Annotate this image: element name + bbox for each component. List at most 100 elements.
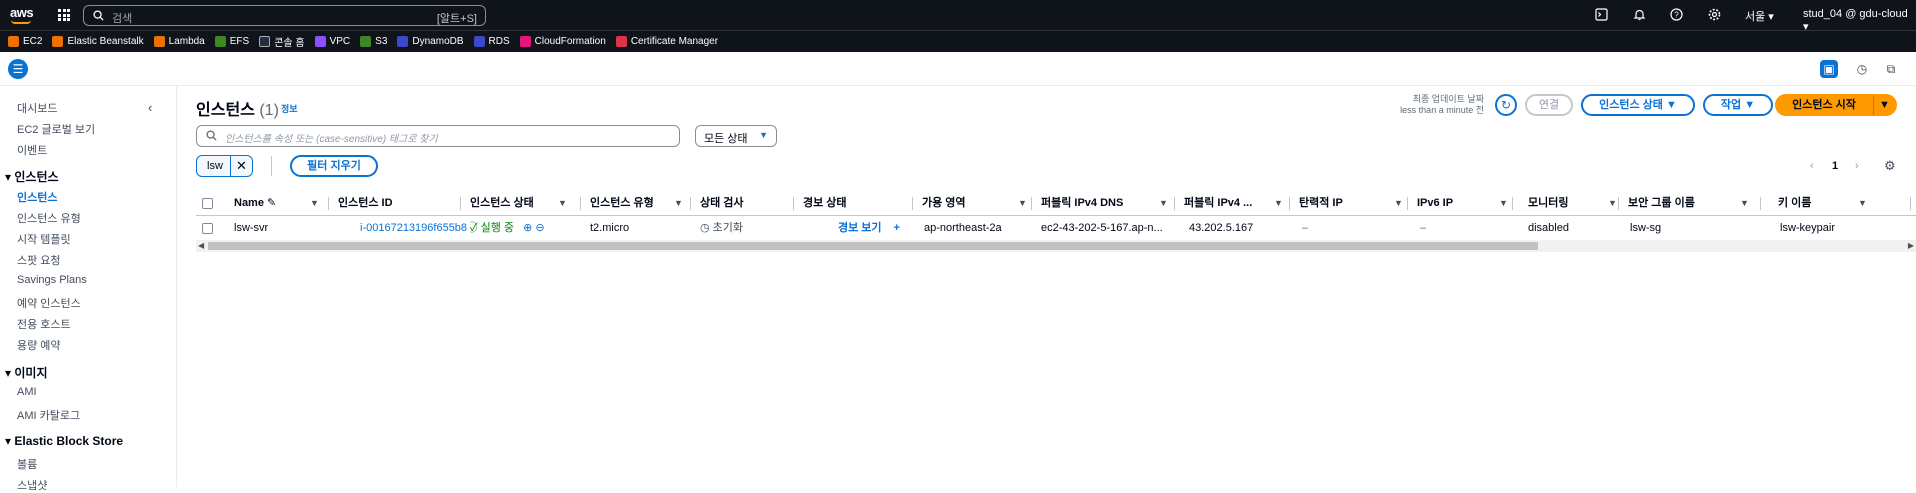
column-header-monitoring[interactable]: 모니터링 ▼ bbox=[1528, 191, 1617, 215]
sidebar-item-capacity-reservations[interactable]: 용량 예약 bbox=[17, 337, 61, 353]
sidebar-item-volumes[interactable]: 볼륨 bbox=[17, 456, 37, 472]
settings-gear-icon[interactable] bbox=[1707, 8, 1721, 22]
zoom-out-icon[interactable]: ⊖ bbox=[535, 222, 544, 234]
column-header-instance-state[interactable]: 인스턴스 상태 ▼ bbox=[470, 191, 567, 215]
column-header-elastic-ip[interactable]: 탄력적 IP ▼ bbox=[1299, 191, 1403, 215]
column-header-public-dns[interactable]: 퍼블릭 IPv4 DNS ▼ bbox=[1041, 191, 1168, 215]
instance-filter-input[interactable]: 인스턴스를 속성 또는 (case-sensitive) 태그로 찾기 bbox=[196, 125, 680, 147]
scroll-right-arrow-icon[interactable]: ▶ bbox=[1908, 240, 1914, 252]
tutorial-icon[interactable]: ◷ bbox=[1853, 60, 1871, 78]
sidebar-item-ami-catalog[interactable]: AMI 카탈로그 bbox=[17, 407, 80, 423]
feedback-icon[interactable]: ⧉ bbox=[1882, 60, 1900, 78]
column-header-ipv6[interactable]: IPv6 IP ▼ bbox=[1417, 191, 1508, 215]
column-header-security-group[interactable]: 보안 그룹 이름 ▼ bbox=[1628, 191, 1749, 215]
column-resizer[interactable] bbox=[328, 197, 329, 210]
help-icon[interactable]: ? bbox=[1669, 8, 1683, 22]
launch-instances-dropdown[interactable]: ▼ bbox=[1873, 94, 1897, 116]
column-header-key-name[interactable]: 키 이름 ▼ bbox=[1778, 191, 1867, 215]
column-resizer[interactable] bbox=[690, 197, 691, 210]
sidebar-item-ec2-global-view[interactable]: EC2 글로벌 보기 bbox=[17, 121, 95, 137]
sidebar-item-launch-templates[interactable]: 시작 템플릿 bbox=[17, 231, 71, 247]
favorite-efs[interactable]: EFS bbox=[214, 36, 249, 47]
cloudformation-service-icon bbox=[519, 36, 531, 47]
sidebar-item-spot-requests[interactable]: 스팟 요청 bbox=[17, 252, 61, 268]
favorite-vpc[interactable]: VPC bbox=[314, 36, 350, 47]
column-resizer[interactable] bbox=[793, 197, 794, 210]
state-filter-select[interactable]: 모든 상태 ▼ bbox=[695, 125, 777, 147]
favorite-elastic-beanstalk[interactable]: Elastic Beanstalk bbox=[52, 36, 144, 47]
column-resizer[interactable] bbox=[460, 197, 461, 210]
close-sidebar-chevron-icon[interactable]: ‹ bbox=[148, 100, 152, 115]
row-select-checkbox[interactable] bbox=[202, 223, 213, 234]
column-header-name[interactable]: Name ✎ ▼ bbox=[234, 191, 319, 215]
aws-logo[interactable]: aws bbox=[10, 5, 34, 20]
sidebar-item-reserved-instances[interactable]: 예약 인스턴스 bbox=[17, 295, 81, 311]
column-resizer[interactable] bbox=[1174, 197, 1175, 210]
column-resizer[interactable] bbox=[1618, 197, 1619, 210]
favorite-cloudformation[interactable]: CloudFormation bbox=[519, 36, 606, 47]
next-page-chevron-icon[interactable]: › bbox=[1855, 160, 1859, 172]
sidebar-item-dashboard[interactable]: 대시보드 bbox=[17, 100, 57, 116]
column-header-alarm-status[interactable]: 경보 상태 bbox=[803, 191, 847, 215]
refresh-button[interactable]: ↻ bbox=[1495, 94, 1517, 116]
clear-filters-button[interactable]: 필터 지우기 bbox=[290, 155, 378, 177]
cell-view-alarms-link[interactable]: 경보 보기 + bbox=[838, 215, 900, 242]
connect-button[interactable]: 연결 bbox=[1525, 94, 1573, 116]
favorite-rds[interactable]: RDS bbox=[473, 36, 510, 47]
column-resizer[interactable] bbox=[1407, 197, 1408, 210]
favorite-console-home[interactable]: 콘솔 홈 bbox=[259, 34, 305, 49]
column-resizer[interactable] bbox=[1512, 197, 1513, 210]
notifications-bell-icon[interactable] bbox=[1632, 8, 1646, 22]
sidebar-item-savings-plans[interactable]: Savings Plans bbox=[17, 274, 87, 286]
table-preferences-gear-icon[interactable]: ⚙ bbox=[1884, 158, 1896, 174]
column-resizer[interactable] bbox=[1289, 197, 1290, 210]
previous-page-chevron-icon[interactable]: ‹ bbox=[1810, 160, 1814, 172]
sidebar-section-images[interactable]: ▾ 이미지 bbox=[5, 364, 47, 381]
column-resizer[interactable] bbox=[912, 197, 913, 210]
services-grid-icon[interactable] bbox=[58, 9, 70, 21]
column-header-instance-type[interactable]: 인스턴스 유형 ▼ bbox=[590, 191, 683, 215]
cell-instance-id-link[interactable]: i-00167213196f655b8 bbox=[360, 215, 467, 242]
favorite-dynamodb[interactable]: DynamoDB bbox=[397, 36, 464, 47]
column-resizer[interactable] bbox=[580, 197, 581, 210]
cell-availability-zone: ap-northeast-2a bbox=[924, 222, 1002, 234]
column-header-status-check[interactable]: 상태 검사 bbox=[700, 191, 744, 215]
column-header-public-ipv4[interactable]: 퍼블릭 IPv4 ... ▼ bbox=[1184, 191, 1283, 215]
scroll-left-arrow-icon[interactable]: ◀ bbox=[198, 240, 204, 252]
sidebar-section-instances[interactable]: ▾ 인스턴스 bbox=[5, 168, 59, 185]
column-resizer[interactable] bbox=[1760, 197, 1761, 210]
column-resizer[interactable] bbox=[1910, 197, 1911, 210]
scrollbar-thumb[interactable] bbox=[208, 242, 1538, 250]
sidebar-item-dedicated-hosts[interactable]: 전용 호스트 bbox=[17, 316, 71, 332]
search-input[interactable]: 검색 [알트+S] bbox=[83, 5, 486, 26]
column-header-instance-id[interactable]: 인스턴스 ID bbox=[338, 191, 393, 215]
panel-layout-icon[interactable]: ▣ bbox=[1820, 60, 1838, 78]
select-all-checkbox[interactable] bbox=[202, 198, 213, 209]
favorite-s3[interactable]: S3 bbox=[360, 36, 387, 47]
actions-button[interactable]: 작업 ▼ bbox=[1703, 94, 1773, 116]
favorite-certificate-manager[interactable]: Certificate Manager bbox=[615, 36, 718, 47]
sidebar-section-ebs[interactable]: ▾ Elastic Block Store bbox=[5, 434, 123, 448]
column-resizer[interactable] bbox=[1031, 197, 1032, 210]
remove-token-close-icon[interactable]: ✕ bbox=[230, 156, 252, 176]
cell-name[interactable]: lsw-svr bbox=[234, 215, 268, 242]
region-selector[interactable]: 서울 ▾ bbox=[1745, 8, 1774, 24]
page-number[interactable]: 1 bbox=[1832, 160, 1838, 172]
sidebar-item-instances[interactable]: 인스턴스 bbox=[17, 189, 57, 205]
favorite-ec2[interactable]: EC2 bbox=[8, 36, 42, 47]
sidebar-item-ami[interactable]: AMI bbox=[17, 386, 37, 398]
edit-pencil-icon: ✎ bbox=[267, 197, 277, 209]
sidebar-item-instance-types[interactable]: 인스턴스 유형 bbox=[17, 210, 81, 226]
side-navigation-menu-icon[interactable]: ☰ bbox=[8, 59, 28, 79]
cloudshell-icon[interactable] bbox=[1594, 8, 1608, 22]
launch-instances-button[interactable]: 인스턴스 시작 bbox=[1775, 94, 1873, 116]
instance-state-button[interactable]: 인스턴스 상태 ▼ bbox=[1581, 94, 1695, 116]
info-link[interactable]: 정보 bbox=[281, 102, 298, 115]
sidebar-item-snapshots[interactable]: 스냅샷 bbox=[17, 477, 47, 493]
zoom-in-icon[interactable]: ⊕ bbox=[523, 222, 532, 234]
sidebar-item-events[interactable]: 이벤트 bbox=[17, 142, 47, 158]
column-header-availability-zone[interactable]: 가용 영역 ▼ bbox=[922, 191, 1027, 215]
add-alarm-plus-icon[interactable]: + bbox=[894, 222, 900, 234]
horizontal-scrollbar[interactable]: ◀ ▶ bbox=[196, 240, 1916, 252]
favorite-lambda[interactable]: Lambda bbox=[153, 36, 205, 47]
